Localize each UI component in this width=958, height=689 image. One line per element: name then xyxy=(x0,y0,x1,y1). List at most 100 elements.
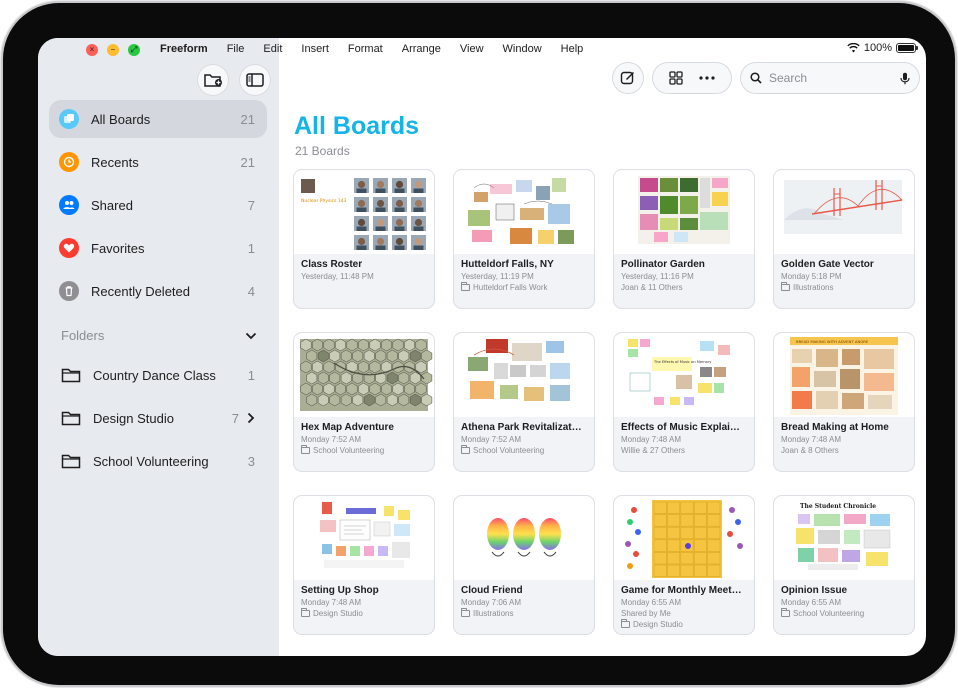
board-card[interactable]: Hutteldorf Falls, NY Yesterday, 11:19 PM… xyxy=(454,170,594,308)
board-card[interactable]: Game for Monthly Meet… Monday 6:55 AM Sh… xyxy=(614,496,754,634)
board-date: Monday 7:06 AM xyxy=(461,598,522,607)
microphone-icon[interactable] xyxy=(900,72,910,85)
board-folder: School Volunteering xyxy=(793,609,865,618)
folders-header-label: Folders xyxy=(61,328,105,343)
board-card[interactable]: Cloud Friend Monday 7:06 AM Illustration… xyxy=(454,496,594,634)
board-thumbnail: The Effects of Music on Memory xyxy=(614,333,754,417)
wifi-icon xyxy=(847,43,860,53)
status-area: 100% xyxy=(847,42,918,54)
board-card[interactable]: BREAD MAKING WITH ADVENT ANGRE Bread Mak… xyxy=(774,333,914,471)
board-date: Monday 6:55 AM xyxy=(781,598,842,607)
close-window-button[interactable]: × xyxy=(86,44,98,56)
menu-view[interactable]: View xyxy=(460,43,484,55)
sidebar-icon xyxy=(246,73,264,87)
new-folder-icon xyxy=(204,74,222,87)
search-icon xyxy=(750,72,762,84)
window-controls: × – ⤢ xyxy=(86,44,140,56)
menu-list: Freeform File Edit Insert Format Arrange… xyxy=(160,43,602,55)
board-card[interactable]: Nuclear Physics 143 Class Roster Yesterd… xyxy=(294,170,434,308)
folder-icon xyxy=(461,445,470,454)
board-date: Monday 7:48 AM xyxy=(301,598,362,607)
menu-help[interactable]: Help xyxy=(561,43,584,55)
board-folder: Hutteldorf Falls Work xyxy=(473,283,548,292)
folder-list: Country Dance Class 1 Design Studio 7 Sc… xyxy=(49,356,267,485)
folder-icon xyxy=(61,454,81,469)
menu-app-name[interactable]: Freeform xyxy=(160,43,208,55)
sidebar-item-recently-deleted[interactable]: Recently Deleted 4 xyxy=(49,272,267,310)
battery-icon xyxy=(896,43,918,53)
board-card[interactable]: Athena Park Revitalizat… Monday 7:52 AM … xyxy=(454,333,594,471)
new-board-button[interactable] xyxy=(612,62,644,94)
board-title: Cloud Friend xyxy=(461,585,523,596)
board-thumbnail xyxy=(454,333,594,417)
folder-icon xyxy=(781,608,790,617)
sidebar-item-count: 21 xyxy=(240,111,255,127)
folder-item-design-studio[interactable]: Design Studio 7 xyxy=(49,399,267,437)
folder-icon xyxy=(621,619,630,628)
search-field[interactable]: Search xyxy=(740,62,920,94)
sidebar-toolbar xyxy=(197,64,271,96)
board-folder: School Volunteering xyxy=(313,446,385,455)
board-thumbnail xyxy=(614,496,754,580)
all-boards-icon xyxy=(59,109,79,129)
chevron-right-icon[interactable] xyxy=(247,412,255,424)
board-title: Setting Up Shop xyxy=(301,585,379,596)
new-folder-button[interactable] xyxy=(197,64,229,96)
board-thumbnail xyxy=(614,170,754,254)
menu-window[interactable]: Window xyxy=(503,43,542,55)
board-card[interactable]: The Student Chronicle Opinion Issue Mond… xyxy=(774,496,914,634)
sidebar-item-shared[interactable]: Shared 7 xyxy=(49,186,267,224)
folder-item-school-volunteering[interactable]: School Volunteering 3 xyxy=(49,442,267,480)
menu-edit[interactable]: Edit xyxy=(263,43,282,55)
folders-header[interactable]: Folders xyxy=(61,328,257,343)
board-date: Yesterday, 11:19 PM xyxy=(461,272,534,281)
board-title: Effects of Music Explai… xyxy=(621,422,740,433)
toggle-sidebar-button[interactable] xyxy=(239,64,271,96)
board-card[interactable]: Golden Gate Vector Monday 5:18 PM Illust… xyxy=(774,170,914,308)
sidebar-item-favorites[interactable]: Favorites 1 xyxy=(49,229,267,267)
board-title: Bread Making at Home xyxy=(781,422,889,433)
sidebar-item-recents[interactable]: Recents 21 xyxy=(49,143,267,181)
board-card[interactable]: Pollinator Garden Yesterday, 11:16 PM Jo… xyxy=(614,170,754,308)
sidebar: All Boards 21 Recents 21 Shared 7 Favori… xyxy=(38,38,279,656)
folder-label: School Volunteering xyxy=(93,453,209,469)
board-thumbnail: Nuclear Physics 143 xyxy=(294,170,434,254)
board-date: Monday 6:55 AM xyxy=(621,598,682,607)
bread-board-title: BREAD MAKING WITH ADVENT ANGRE xyxy=(796,339,869,344)
zoom-window-button[interactable]: ⤢ xyxy=(128,44,140,56)
grid-view-icon[interactable] xyxy=(669,71,683,85)
folder-count: 3 xyxy=(247,453,255,469)
more-icon[interactable] xyxy=(699,76,715,80)
board-card[interactable]: Setting Up Shop Monday 7:48 AM Design St… xyxy=(294,496,434,634)
board-folder: Illustrations xyxy=(793,283,834,292)
folder-icon xyxy=(301,445,310,454)
newspaper-masthead: The Student Chronicle xyxy=(800,503,876,510)
board-thumbnail: BREAD MAKING WITH ADVENT ANGRE xyxy=(774,333,914,417)
folder-label: Country Dance Class xyxy=(93,367,216,383)
menu-bar: × – ⤢ Freeform File Edit Insert Format A… xyxy=(38,38,926,62)
view-options-group xyxy=(652,62,732,94)
main-toolbar xyxy=(612,62,732,94)
board-date: Monday 7:52 AM xyxy=(461,435,522,444)
menu-insert[interactable]: Insert xyxy=(301,43,329,55)
menu-format[interactable]: Format xyxy=(348,43,383,55)
board-card[interactable]: Hex Map Adventure Monday 7:52 AM School … xyxy=(294,333,434,471)
minimize-window-button[interactable]: – xyxy=(107,44,119,56)
board-date: Monday 5:18 PM xyxy=(781,272,842,281)
board-date: Monday 7:52 AM xyxy=(301,435,362,444)
board-thumbnail xyxy=(774,170,914,254)
roster-title: Nuclear Physics 143 xyxy=(301,198,347,204)
sidebar-item-all-boards[interactable]: All Boards 21 xyxy=(49,100,267,138)
app-window: All Boards 21 Recents 21 Shared 7 Favori… xyxy=(38,38,926,656)
board-thumbnail: The Student Chronicle xyxy=(774,496,914,580)
board-card[interactable]: The Effects of Music on Memory Effects o… xyxy=(614,333,754,471)
folder-item-country-dance-class[interactable]: Country Dance Class 1 xyxy=(49,356,267,394)
sidebar-item-label: Shared xyxy=(91,197,133,213)
menu-file[interactable]: File xyxy=(227,43,245,55)
board-title: Class Roster xyxy=(301,259,363,270)
sidebar-item-label: Recently Deleted xyxy=(91,283,190,299)
search-input[interactable]: Search xyxy=(769,71,900,85)
menu-arrange[interactable]: Arrange xyxy=(402,43,441,55)
board-title: Opinion Issue xyxy=(781,585,848,596)
board-date: Yesterday, 11:48 PM xyxy=(301,272,374,281)
